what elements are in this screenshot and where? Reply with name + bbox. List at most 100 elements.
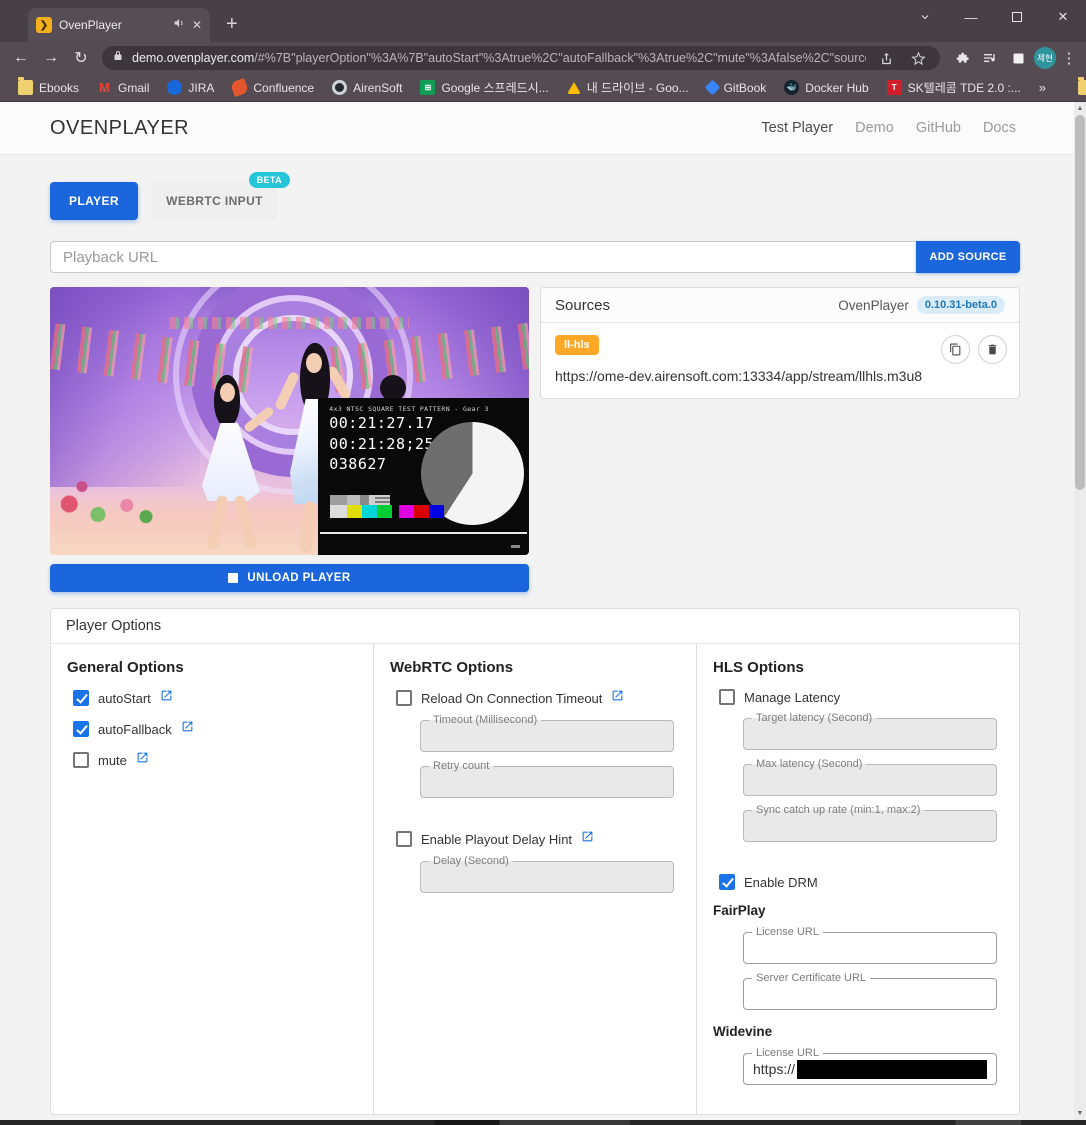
lock-icon[interactable] (112, 49, 124, 67)
tab-audio-icon[interactable] (173, 16, 185, 34)
nav-docs[interactable]: Docs (983, 120, 1016, 136)
bookmark-skt[interactable]: T SK텔레콤 TDE 2.0 :... (879, 76, 1029, 99)
scroll-down-icon[interactable]: ▼ (1074, 1107, 1086, 1120)
bookmark-gitbook[interactable]: GitBook (699, 78, 775, 98)
external-link-icon[interactable] (181, 720, 194, 738)
jira-icon (167, 80, 183, 95)
scroll-up-icon[interactable]: ▲ (1074, 102, 1086, 115)
video-player[interactable]: 4x3 NTSC SQUARE TEST PATTERN - Gear 3 00… (50, 287, 529, 555)
other-bookmarks[interactable]: Other bookmarks (1070, 77, 1086, 98)
widevine-license-url-field[interactable]: License URL https:// (743, 1047, 997, 1085)
delay-field[interactable]: Delay (Second) (420, 855, 674, 893)
tab-search-icon[interactable] (902, 0, 948, 34)
forward-button[interactable]: → (38, 45, 64, 71)
profile-avatar[interactable]: 제헌 (1034, 47, 1056, 69)
address-bar[interactable]: demo.ovenplayer.com/#%7B"playerOption"%3… (102, 46, 940, 70)
mute-checkbox[interactable] (73, 752, 89, 768)
bookmark-airensoft[interactable]: AirenSoft (324, 77, 410, 98)
manage-latency-checkbox[interactable] (719, 689, 735, 705)
bookmark-docker-hub[interactable]: 🐳 Docker Hub (776, 77, 876, 98)
page-scrollbar[interactable]: ▲ ▼ (1074, 102, 1086, 1120)
unload-player-button[interactable]: UNLOAD PLAYER (50, 564, 529, 592)
fairplay-license-url-field[interactable]: License URL (743, 926, 997, 964)
site-nav: Test Player Demo GitHub Docs (761, 120, 1016, 136)
browser-menu-icon[interactable]: ⋮ (1060, 49, 1078, 67)
mode-tabs: PLAYER WEBRTC INPUT BETA (50, 172, 1020, 220)
enable-drm-checkbox[interactable] (719, 874, 735, 890)
max-latency-field[interactable]: Max latency (Second) (743, 758, 997, 796)
delete-source-button[interactable] (978, 335, 1007, 364)
timeout-field[interactable]: Timeout (Millisecond) (420, 714, 674, 752)
ovenplayer-favicon-icon: ❯ (36, 17, 52, 33)
checkbox-row-autostart[interactable]: autoStart (73, 689, 357, 707)
bookmarks-overflow-button[interactable]: » (1031, 80, 1054, 95)
nav-github[interactable]: GitHub (916, 120, 961, 136)
nav-test-player[interactable]: Test Player (761, 120, 833, 136)
general-options-column: General Options autoStart autoFallback m… (51, 644, 373, 1114)
gmail-icon: M (99, 80, 110, 95)
scrollbar-thumb[interactable] (1075, 115, 1085, 490)
copy-source-button[interactable] (941, 335, 970, 364)
drive-icon (566, 81, 581, 94)
fairplay-cert-url-field[interactable]: Server Certificate URL (743, 972, 997, 1010)
share-icon[interactable] (874, 46, 898, 70)
version-badge: 0.10.31-beta.0 (916, 296, 1005, 314)
bookmarks-bar: Ebooks M Gmail JIRA Confluence AirenSoft … (0, 74, 1086, 102)
window-close-button[interactable]: ✕ (1040, 0, 1086, 34)
external-link-icon[interactable] (160, 689, 173, 707)
playlist-extension-icon[interactable] (978, 46, 1002, 70)
autostart-checkbox[interactable] (73, 690, 89, 706)
tab-close-icon[interactable]: ✕ (192, 18, 202, 32)
taskbar-edge (0, 1120, 1086, 1125)
maximize-button[interactable] (994, 0, 1040, 34)
bookmark-google-sheets[interactable]: ⊞ Google 스프레드시... (412, 76, 556, 99)
checkbox-row-manage-latency[interactable]: Manage Latency (719, 689, 1003, 705)
new-tab-button[interactable]: + (226, 13, 238, 36)
bookmark-star-icon[interactable] (906, 46, 930, 70)
external-link-icon[interactable] (611, 689, 624, 707)
bookmark-jira[interactable]: JIRA (159, 77, 222, 98)
bookmark-ebooks[interactable]: Ebooks (10, 77, 87, 98)
tab-player[interactable]: PLAYER (50, 182, 138, 220)
color-bars (330, 495, 445, 518)
retry-count-field[interactable]: Retry count (420, 760, 674, 798)
extensions-puzzle-icon[interactable] (950, 46, 974, 70)
sheets-icon: ⊞ (420, 80, 436, 95)
external-link-icon[interactable] (136, 751, 149, 769)
window-controls: — ✕ (902, 0, 1086, 34)
bookmark-google-drive[interactable]: 내 드라이브 - Goo... (559, 76, 697, 99)
reload-timeout-checkbox[interactable] (396, 690, 412, 706)
tab-title: OvenPlayer (59, 18, 122, 32)
sources-panel: Sources OvenPlayer 0.10.31-beta.0 ll-hls… (540, 287, 1020, 399)
browser-tab[interactable]: ❯ OvenPlayer ✕ (28, 8, 210, 42)
sync-catchup-field[interactable]: Sync catch up rate (min:1, max:2) (743, 804, 997, 842)
bookmark-gmail[interactable]: M Gmail (89, 77, 157, 98)
fairplay-heading: FairPlay (713, 903, 766, 918)
target-latency-field[interactable]: Target latency (Second) (743, 712, 997, 750)
folder-icon (18, 77, 33, 95)
source-input-row: ADD SOURCE (50, 241, 1020, 273)
github-icon (332, 80, 348, 95)
site-header: OVENPLAYER Test Player Demo GitHub Docs (0, 102, 1086, 155)
checkbox-row-playout-delay[interactable]: Enable Playout Delay Hint (396, 830, 680, 848)
checkbox-row-mute[interactable]: mute (73, 751, 357, 769)
checkbox-row-enable-drm[interactable]: Enable DRM (719, 874, 1003, 890)
nav-demo[interactable]: Demo (855, 120, 894, 136)
reload-button[interactable]: ↻ (68, 45, 94, 71)
protocol-badge: ll-hls (555, 335, 599, 355)
autofallback-checkbox[interactable] (73, 721, 89, 737)
minimize-button[interactable]: — (948, 0, 994, 34)
brand-logo[interactable]: OVENPLAYER (50, 117, 189, 140)
add-source-button[interactable]: ADD SOURCE (916, 241, 1020, 273)
sidebar-extension-icon[interactable] (1006, 46, 1030, 70)
skt-icon: T (886, 80, 902, 95)
tab-webrtc-input[interactable]: WEBRTC INPUT BETA (152, 172, 290, 220)
checkbox-row-autofallback[interactable]: autoFallback (73, 720, 357, 738)
checkbox-row-reload-timeout[interactable]: Reload On Connection Timeout (396, 689, 680, 707)
external-link-icon[interactable] (581, 830, 594, 848)
playout-delay-checkbox[interactable] (396, 831, 412, 847)
playback-url-input[interactable] (50, 241, 916, 273)
back-button[interactable]: ← (8, 45, 34, 71)
bookmark-confluence[interactable]: Confluence (224, 77, 322, 98)
main-content: PLAYER WEBRTC INPUT BETA ADD SOURCE (50, 172, 1020, 1120)
